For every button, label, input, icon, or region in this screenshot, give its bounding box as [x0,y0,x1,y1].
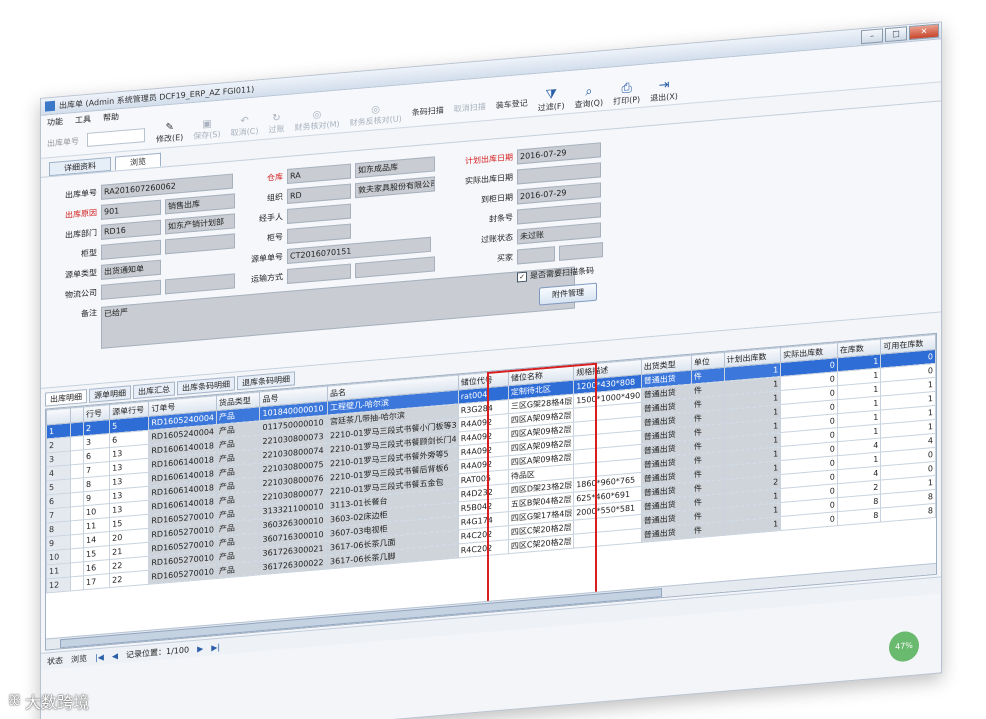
edit-button[interactable]: ✎ 修改(E) [153,121,186,145]
table-cell[interactable] [70,477,84,493]
save-button[interactable]: ▣ 保存(S) [190,118,223,142]
table-cell[interactable]: 普通出货 [641,524,692,543]
table-cell[interactable] [70,435,84,451]
table-cell[interactable] [70,533,84,549]
app-window: 出库单 (Admin 系统管理员 DCF19_ERP_AZ FGI011) – … [40,21,942,719]
prev-record-icon[interactable]: ◀ [112,651,118,661]
menu-function[interactable]: 功能 [47,116,63,128]
filter-button[interactable]: ⧩ 过滤(F) [535,87,568,114]
table-cell: 12 [46,576,71,593]
column-header[interactable] [70,406,84,423]
table-cell[interactable]: 8 [837,508,881,526]
loading-register-button[interactable]: 装车登记 [493,97,531,111]
menu-help[interactable]: 帮助 [103,111,119,123]
table-cell[interactable] [70,575,84,591]
progress-badge: 47% [889,630,919,663]
table-cell[interactable] [70,491,84,507]
finance-uncheck-button[interactable]: ◎ 财务反核对(U) [347,102,405,128]
table-cell[interactable] [70,463,84,479]
watermark-logo-icon: ꕥ [8,693,21,709]
cancel-button[interactable]: ↶ 取消(C) [228,115,262,139]
exit-button[interactable]: ⇥ 退出(X) [647,77,681,105]
tab-outbound-detail[interactable]: 出库明细 [45,389,87,407]
print-button[interactable]: ⎙ 打印(P) [610,81,643,108]
table-cell[interactable] [70,505,84,521]
cancel-scan-button[interactable]: 取消扫描 [451,100,489,114]
minimize-button[interactable]: – [861,28,883,45]
app-icon [45,100,55,112]
attachment-manage-button[interactable]: 附件管理 [539,282,597,306]
print-icon: ⎙ [621,80,632,97]
table-cell[interactable] [70,547,84,563]
last-record-icon[interactable]: ▶| [211,642,220,652]
maximize-button[interactable]: □ [885,26,907,43]
table-cell[interactable] [70,421,84,437]
table-cell[interactable] [70,561,84,577]
menu-tools[interactable]: 工具 [75,113,91,125]
query-icon: ⌕ [585,84,593,100]
outbound-no-label: 出库单号 [47,136,79,148]
screen: 出库单 (Admin 系统管理员 DCF19_ERP_AZ FGI011) – … [0,0,986,719]
close-button[interactable]: ✕ [909,23,939,41]
first-record-icon[interactable]: |◀ [95,652,104,662]
exit-icon: ⇥ [658,77,670,94]
tab-outbound-summary[interactable]: 出库汇总 [133,381,175,400]
status-label: 状态 [47,655,63,666]
tab-source-detail[interactable]: 源单明细 [89,385,131,403]
outbound-no-search-input[interactable] [87,128,145,148]
table-cell[interactable]: 产品 [216,560,260,579]
watermark: ꕥ 大数跨境 [8,689,89,713]
table-cell[interactable] [70,519,84,535]
checkbox-check-icon[interactable]: ✓ [517,271,527,282]
record-position: 记录位置：1/100 [126,644,190,660]
table-cell[interactable] [70,449,84,465]
status-value: 浏览 [71,653,87,664]
table-cell[interactable]: 件 [691,521,725,539]
filter-icon: ⧩ [545,87,557,104]
table-cell[interactable]: R4C202 [458,539,509,558]
table-cell[interactable]: 17 [83,573,110,590]
barcode-scan-button[interactable]: 条码扫描 [409,104,447,118]
next-record-icon[interactable]: ▶ [197,644,203,654]
query-button[interactable]: ⌕ 查询(Q) [572,84,607,111]
finance-check-button[interactable]: ◎ 财务核对(M) [291,108,342,133]
table-cell[interactable]: 22 [109,570,149,588]
watermark-text: 大数跨境 [25,693,90,712]
post-button[interactable]: ↻ 过账 [265,112,287,135]
